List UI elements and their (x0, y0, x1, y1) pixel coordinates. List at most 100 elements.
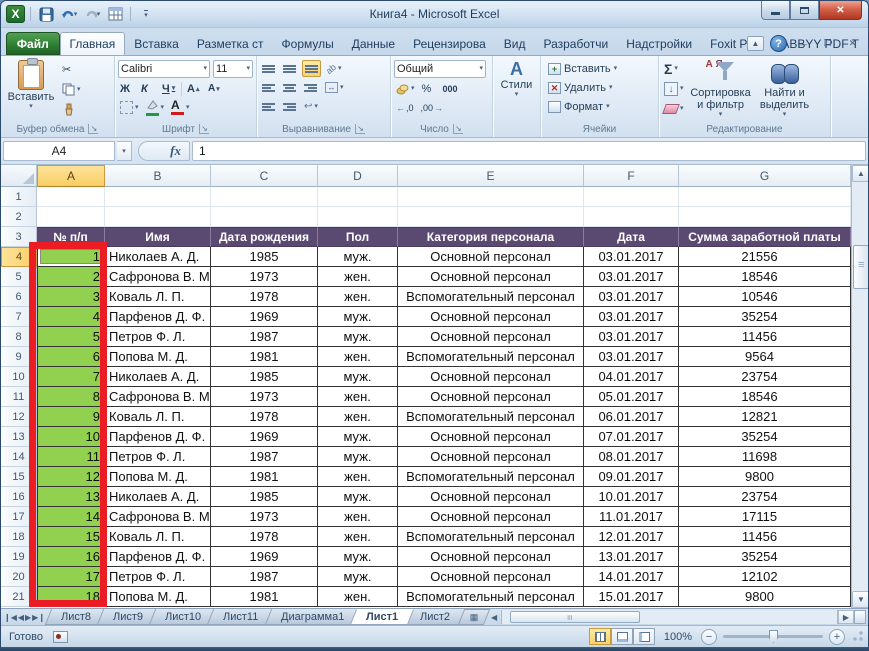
cell[interactable]: Вспомогательный персонал (398, 407, 584, 427)
fill-handle[interactable] (100, 262, 105, 267)
formula-input[interactable]: 1 (192, 141, 866, 161)
sort-filter-button[interactable]: А Я Сортировка и фильтр ▾ (688, 58, 754, 122)
cell[interactable]: жен. (318, 387, 398, 407)
row-header-4[interactable]: 4 (1, 247, 37, 267)
align-right-button[interactable] (302, 79, 320, 96)
cell[interactable]: Основной персонал (398, 507, 584, 527)
orientation-button[interactable]: ab▾ (324, 60, 344, 77)
cell[interactable]: 1985 (211, 247, 318, 267)
cell[interactable]: Николаев А. Д. (105, 367, 211, 387)
grow-font-button[interactable]: А▴ (185, 80, 203, 97)
cell[interactable]: 4 (37, 307, 105, 327)
cell[interactable]: 3 (37, 287, 105, 307)
row-header-9[interactable]: 9 (1, 347, 37, 367)
cell[interactable]: 1981 (211, 467, 318, 487)
cell[interactable]: Парфенов Д. Ф. (105, 307, 211, 327)
cell[interactable]: 07.01.2017 (584, 427, 679, 447)
restore-button[interactable] (790, 1, 819, 20)
cell[interactable]: 17115 (679, 507, 851, 527)
cell[interactable] (105, 187, 211, 207)
cell[interactable]: Основной персонал (398, 367, 584, 387)
tab-Формулы[interactable]: Формулы (273, 32, 343, 55)
horizontal-scrollbar[interactable] (501, 610, 838, 624)
wrap-text-button[interactable]: ↩▾ (302, 98, 320, 115)
cell[interactable] (398, 207, 584, 227)
cell[interactable]: муж. (318, 487, 398, 507)
cell[interactable] (318, 207, 398, 227)
currency-format-button[interactable]: ▾ (394, 80, 417, 97)
cell[interactable]: муж. (318, 427, 398, 447)
cell[interactable]: 9800 (679, 587, 851, 607)
align-center-button[interactable] (281, 79, 299, 96)
cell[interactable]: жен. (318, 407, 398, 427)
row-header-20[interactable]: 20 (1, 567, 37, 587)
cell[interactable]: 1985 (211, 487, 318, 507)
cell[interactable]: муж. (318, 367, 398, 387)
redo-button[interactable]: ▾ (82, 5, 102, 23)
align-left-button[interactable] (260, 79, 278, 96)
row-header-2[interactable]: 2 (1, 207, 37, 227)
normal-view-button[interactable] (589, 628, 611, 645)
dialog-launcher-icon[interactable]: ↘ (453, 124, 463, 134)
cell[interactable]: Пол (318, 227, 398, 247)
decrease-decimal-button[interactable]: ,00→ (419, 99, 446, 116)
cell[interactable]: 06.01.2017 (584, 407, 679, 427)
page-break-view-button[interactable] (633, 628, 655, 645)
zoom-slider[interactable] (723, 635, 823, 638)
cell[interactable]: 08.01.2017 (584, 447, 679, 467)
cell[interactable]: Основной персонал (398, 487, 584, 507)
cell[interactable]: Основной персонал (398, 427, 584, 447)
cell[interactable] (318, 187, 398, 207)
undo-button[interactable]: ▾ (59, 5, 79, 23)
cell[interactable]: Петров Ф. Л. (105, 447, 211, 467)
sheet-tab-Диаграмма1[interactable]: Диаграмма1 (264, 609, 360, 625)
zoom-out-button[interactable]: − (701, 629, 717, 645)
row-header-17[interactable]: 17 (1, 507, 37, 527)
cell[interactable]: Попова М. Д. (105, 347, 211, 367)
cell[interactable]: 1969 (211, 547, 318, 567)
cell[interactable]: жен. (318, 527, 398, 547)
tab-Вид[interactable]: Вид (495, 32, 535, 55)
cell[interactable]: Основной персонал (398, 387, 584, 407)
cell[interactable]: Вспомогательный персонал (398, 587, 584, 607)
cell[interactable]: 1978 (211, 527, 318, 547)
cell[interactable]: 03.01.2017 (584, 287, 679, 307)
cell[interactable]: 18546 (679, 387, 851, 407)
excel-logo-icon[interactable]: X (6, 5, 25, 23)
zoom-slider-thumb[interactable] (769, 630, 778, 643)
tab-Разметка ст[interactable]: Разметка ст (188, 32, 273, 55)
tab-Главная[interactable]: Главная (60, 32, 126, 55)
tab-Разработчи[interactable]: Разработчи (534, 32, 617, 55)
cell[interactable]: Вспомогательный персонал (398, 467, 584, 487)
cell[interactable]: 1973 (211, 387, 318, 407)
cell[interactable]: Петров Ф. Л. (105, 327, 211, 347)
name-box[interactable]: A4 (3, 141, 115, 161)
cell[interactable]: Основной персонал (398, 307, 584, 327)
cell[interactable]: Основной персонал (398, 267, 584, 287)
cell[interactable]: Дата (584, 227, 679, 247)
cell[interactable]: Вспомогательный персонал (398, 287, 584, 307)
cell[interactable]: 13.01.2017 (584, 547, 679, 567)
zoom-in-button[interactable]: + (829, 629, 845, 645)
fill-button[interactable]: ↓▾ (662, 80, 686, 97)
next-sheet-icon[interactable]: ▶ (25, 613, 31, 622)
cell[interactable]: 13 (37, 487, 105, 507)
decrease-indent-button[interactable] (260, 98, 278, 115)
redo-dropdown[interactable]: ▾ (97, 10, 101, 18)
insert-worksheet-tab[interactable]: ▦ (458, 609, 490, 625)
cell[interactable]: Сафронова В. М. (105, 387, 211, 407)
cell[interactable]: 10 (37, 427, 105, 447)
cell[interactable]: Сумма заработной платы (679, 227, 851, 247)
page-layout-view-button[interactable] (611, 628, 633, 645)
cell[interactable]: 09.01.2017 (584, 467, 679, 487)
cell[interactable] (584, 187, 679, 207)
cell[interactable]: 14.01.2017 (584, 567, 679, 587)
cell[interactable]: 15 (37, 527, 105, 547)
bold-button[interactable]: Ж (118, 80, 136, 97)
cell[interactable]: жен. (318, 587, 398, 607)
tab-file[interactable]: Файл (6, 32, 60, 55)
cell[interactable]: Коваль Л. П. (105, 287, 211, 307)
cell[interactable]: муж. (318, 567, 398, 587)
dialog-launcher-icon[interactable]: ↘ (88, 124, 98, 134)
percent-format-button[interactable]: % (420, 80, 438, 97)
